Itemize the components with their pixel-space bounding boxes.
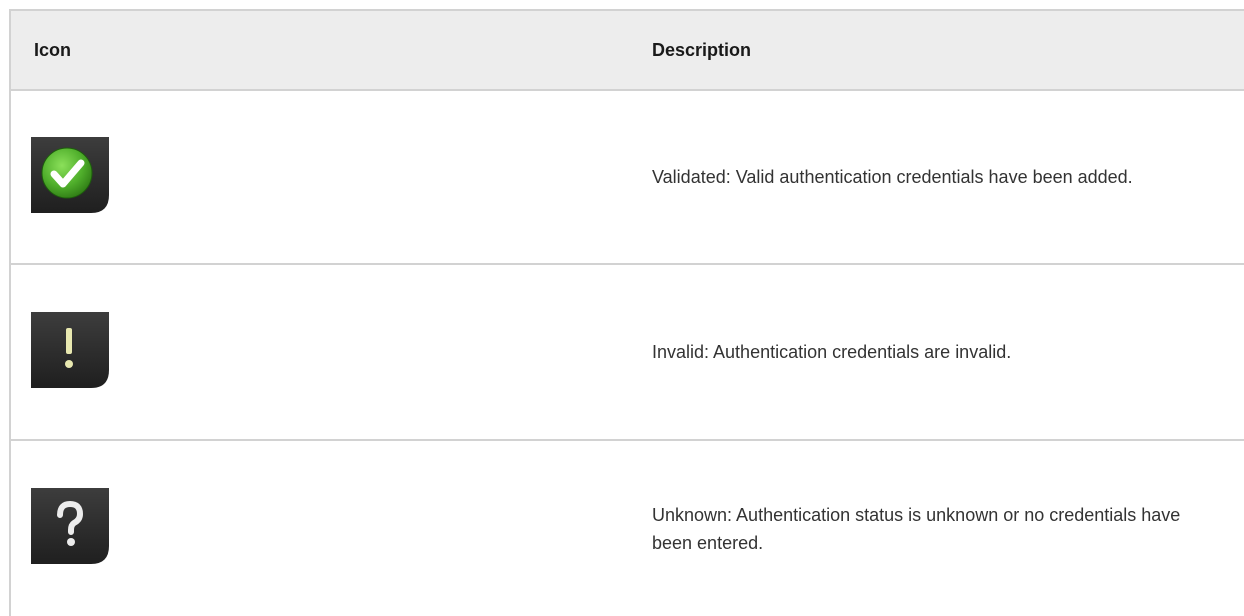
unknown-question-icon [31,488,109,564]
icon-cell [9,90,628,265]
status-icon-table: Icon Description Validated: Valid authen… [9,9,1244,616]
icon-cell [9,264,628,441]
description-cell: Unknown: Authentication status is unknow… [628,440,1244,616]
table-row: Invalid: Authentication credentials are … [9,264,1244,441]
table-row: Unknown: Authentication status is unknow… [9,440,1244,616]
description-cell: Invalid: Authentication credentials are … [628,264,1244,441]
description-text: Unknown: Authentication status is unknow… [652,504,1181,553]
header-icon: Icon [9,9,628,91]
table-row: Validated: Valid authentication credenti… [9,90,1244,265]
validated-check-icon [31,136,109,213]
table-header-row: Icon Description [9,9,1244,91]
icon-cell [9,440,628,616]
header-description: Description [628,9,1244,91]
description-text: Validated: Valid authentication credenti… [652,167,1133,187]
description-text: Invalid: Authentication credentials are … [652,342,1012,362]
invalid-exclamation-icon [31,311,109,388]
description-cell: Validated: Valid authentication credenti… [628,90,1244,265]
